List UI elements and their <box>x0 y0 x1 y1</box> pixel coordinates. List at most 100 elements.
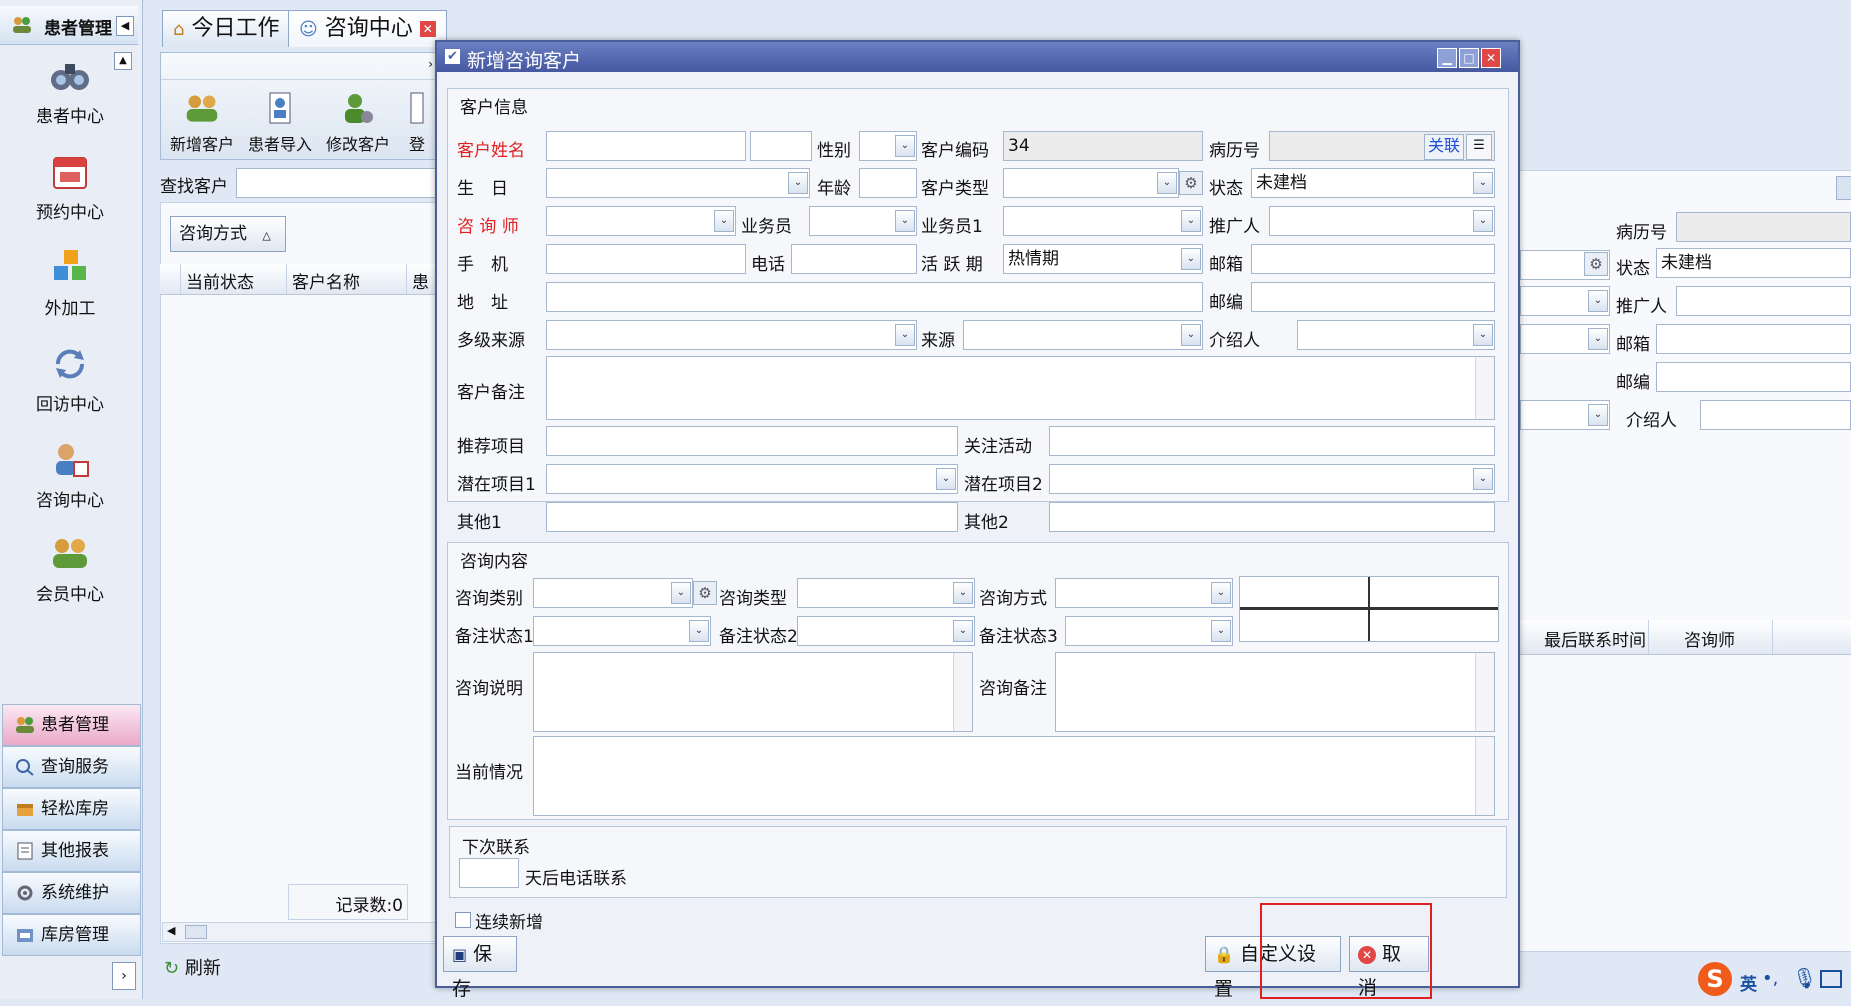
status-select[interactable]: 未建档 ⌄ <box>1251 168 1495 198</box>
dialog-titlebar[interactable]: ✔ 新增咨询客户 ▁ □ ✕ <box>437 42 1518 72</box>
potential2-select[interactable]: ⌄ <box>1049 464 1495 494</box>
email-input[interactable] <box>1251 244 1495 274</box>
close-button[interactable]: ✕ <box>1481 48 1501 68</box>
microphone-icon[interactable]: 🎙 <box>1792 966 1817 990</box>
refresh-button[interactable]: ↻ 刷新 <box>164 954 221 980</box>
nav-outsourcing[interactable]: 外加工 <box>0 248 140 319</box>
chevron-down-icon[interactable]: ⌄ <box>1211 582 1231 604</box>
cancel-button[interactable]: ✕ 取消 <box>1349 936 1429 999</box>
column-header[interactable]: 当前状态 <box>186 268 254 293</box>
continuous-add-checkbox[interactable] <box>455 912 471 928</box>
column-header[interactable]: 最后联系时间 <box>1544 626 1646 651</box>
phone-input[interactable] <box>791 244 917 274</box>
note-status1-select[interactable]: ⌄ <box>533 616 711 646</box>
horizontal-scrollbar[interactable]: ◀ <box>162 922 436 942</box>
ime-mode[interactable]: 英 <box>1740 970 1757 995</box>
mobile-input[interactable] <box>546 244 746 274</box>
nav-consult-center[interactable]: 咨询中心 <box>0 440 140 511</box>
tab-consult-center[interactable]: ☺ 咨询中心 ✕ <box>288 10 447 47</box>
chevron-down-icon[interactable]: ⌄ <box>1211 620 1231 642</box>
bottom-tab-patient-mgmt[interactable]: 患者管理 <box>2 704 141 746</box>
toolbar-icon-edge[interactable] <box>1836 176 1851 200</box>
chevron-down-icon[interactable]: ⌄ <box>953 620 973 642</box>
gender-select[interactable]: ⌄ <box>859 131 917 161</box>
consult-note-textarea[interactable] <box>1055 652 1495 732</box>
vertical-scrollbar[interactable] <box>1475 737 1494 815</box>
expand-more-button[interactable]: › <box>112 962 136 990</box>
promoter-select[interactable]: ⌄ <box>1269 206 1495 236</box>
age-input[interactable] <box>859 168 917 198</box>
chevron-down-icon[interactable]: ⌄ <box>1473 172 1493 194</box>
chevron-down-icon[interactable]: ⌄ <box>1181 248 1201 270</box>
salesman-select[interactable]: ⌄ <box>809 206 917 236</box>
chevron-down-icon[interactable]: ⌄ <box>895 135 915 157</box>
link-button[interactable]: 关联 <box>1423 134 1464 160</box>
list-icon[interactable]: ☰ <box>1466 134 1492 160</box>
register-button[interactable]: 登 <box>397 91 437 155</box>
chevron-down-icon[interactable]: ⌄ <box>895 324 915 346</box>
consult-desc-textarea[interactable] <box>533 652 973 732</box>
bottom-tab-storage[interactable]: 库房管理 <box>2 914 141 956</box>
chevron-down-icon[interactable]: ⌄ <box>1181 210 1201 232</box>
search-input[interactable] <box>236 168 436 198</box>
other1-input[interactable] <box>546 502 958 532</box>
group-by-consult-method[interactable]: 咨询方式 △ <box>170 216 286 252</box>
recommend-input[interactable] <box>546 426 958 456</box>
activity-input[interactable] <box>1049 426 1495 456</box>
column-header[interactable]: 客户名称 <box>292 268 360 293</box>
chevron-right-icon[interactable]: › <box>428 57 433 71</box>
customer-name-extra-input[interactable] <box>750 131 812 161</box>
source-select[interactable]: ⌄ <box>963 320 1203 350</box>
consultant-select[interactable]: ⌄ <box>546 206 736 236</box>
tab-today-work[interactable]: ⌂ 今日工作 <box>162 10 291 47</box>
nav-patient-center[interactable]: 患者中心 <box>0 56 140 127</box>
consult-type-select[interactable]: ⌄ <box>797 578 975 608</box>
consult-category-select[interactable]: ⌄ <box>533 578 693 608</box>
gear-icon[interactable]: ⚙ <box>1179 171 1203 195</box>
customer-name-input[interactable] <box>546 131 746 161</box>
bottom-tab-query[interactable]: 查询服务 <box>2 746 141 788</box>
current-status-textarea[interactable] <box>533 736 1495 816</box>
column-header[interactable]: 咨询师 <box>1684 626 1735 651</box>
remark-textarea[interactable] <box>546 356 1495 420</box>
sogou-ime-icon[interactable]: S <box>1698 962 1732 996</box>
consult-method-select[interactable]: ⌄ <box>1055 578 1233 608</box>
chevron-down-icon[interactable]: ⌄ <box>1473 210 1493 232</box>
chevron-down-icon[interactable]: ⌄ <box>788 172 808 194</box>
maximize-button[interactable]: □ <box>1459 48 1479 68</box>
other2-input[interactable] <box>1049 502 1495 532</box>
next-contact-days-input[interactable] <box>459 858 519 888</box>
zip-input[interactable] <box>1251 282 1495 312</box>
chevron-down-icon[interactable]: ⌄ <box>1473 468 1493 490</box>
chevron-down-icon[interactable]: ⌄ <box>1473 324 1493 346</box>
scroll-thumb[interactable] <box>185 925 207 939</box>
chevron-down-icon[interactable]: ⌄ <box>895 210 915 232</box>
chevron-down-icon[interactable]: ⌄ <box>1157 172 1177 194</box>
keyboard-icon[interactable] <box>1820 970 1842 988</box>
customer-type-select[interactable]: ⌄ <box>1003 168 1179 198</box>
active-period-select[interactable]: 热情期 ⌄ <box>1003 244 1203 274</box>
chevron-down-icon[interactable]: ⌄ <box>953 582 973 604</box>
note-status2-select[interactable]: ⌄ <box>797 616 975 646</box>
column-header[interactable]: 患 <box>412 268 429 293</box>
multi-source-select[interactable]: ⌄ <box>546 320 917 350</box>
import-patient-button[interactable]: 患者导入 <box>243 91 317 155</box>
vertical-scrollbar[interactable] <box>953 653 972 731</box>
save-button[interactable]: ▣ 保存 <box>443 936 517 1000</box>
chevron-down-icon[interactable]: ⌄ <box>1181 324 1201 346</box>
bottom-tab-warehouse[interactable]: 轻松库房 <box>2 788 141 830</box>
bottom-tab-system[interactable]: 系统维护 <box>2 872 141 914</box>
minimize-button[interactable]: ▁ <box>1437 48 1457 68</box>
chevron-down-icon[interactable]: ⌄ <box>714 210 734 232</box>
consult-extra-grid[interactable] <box>1239 576 1499 642</box>
chevron-down-icon[interactable]: ⌄ <box>689 620 709 642</box>
note-status3-select[interactable]: ⌄ <box>1065 616 1233 646</box>
nav-appointment-center[interactable]: 预约中心 <box>0 152 140 223</box>
vertical-scrollbar[interactable] <box>1475 357 1494 419</box>
punctuation-icon[interactable]: •, <box>1762 968 1778 989</box>
salesman1-select[interactable]: ⌄ <box>1003 206 1203 236</box>
gear-icon[interactable]: ⚙ <box>693 581 717 605</box>
nav-member-center[interactable]: 会员中心 <box>0 534 140 605</box>
vertical-scrollbar[interactable] <box>1475 653 1494 731</box>
referrer-select[interactable]: ⌄ <box>1297 320 1495 350</box>
